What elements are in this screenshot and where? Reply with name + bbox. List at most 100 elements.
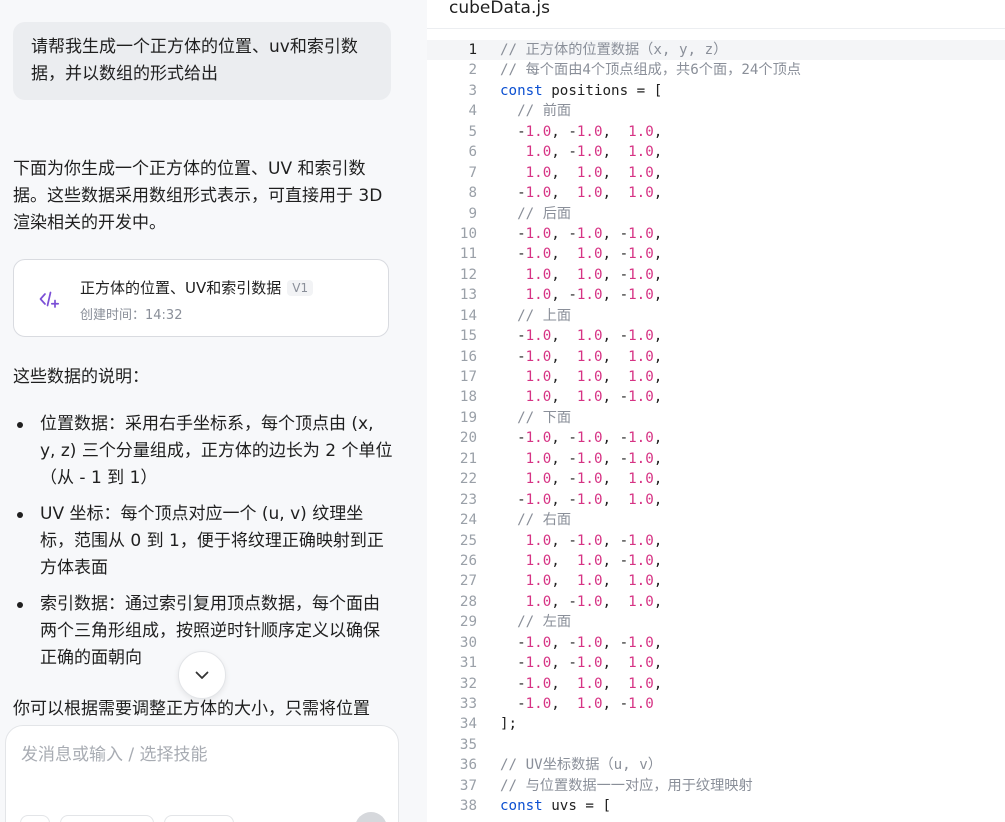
code-token: , [551, 696, 577, 712]
send-button[interactable] [355, 812, 387, 822]
code-line: 22 1.0, -1.0, 1.0, [427, 469, 1005, 489]
code-token: 1.0 [576, 634, 603, 651]
code-token: , - [551, 655, 577, 672]
code-token: , [551, 369, 577, 385]
code-token: 1.0 [525, 491, 552, 508]
code-token: 1.0 [525, 552, 552, 569]
chat-panel: 请帮我生成一个正方体的位置、uv和索引数据，并以数组的形式给出 下面为你生成一个… [0, 0, 427, 822]
artifact-card[interactable]: 正方体的位置、UV和索引数据 V1 创建时间：14:32 [13, 259, 389, 337]
code-token: 1.0 [525, 655, 552, 672]
code-token: uvs = [ [542, 798, 612, 815]
code-token: 1.0 [576, 287, 603, 304]
code-token: - [500, 675, 526, 692]
code-token: 1.0 [525, 328, 552, 345]
line-number: 34 [459, 716, 477, 733]
line-code: const uvs = [ [500, 796, 611, 816]
list-item: UV 坐标：每个顶点对应一个 (u, v) 纹理坐标，范围从 0 到 1，便于将… [13, 501, 393, 582]
code-token: 1.0 [525, 696, 552, 712]
code-token: - [500, 225, 526, 242]
code-token: 1.0 [525, 348, 552, 365]
code-token: , - [602, 246, 629, 263]
code-line: 19 // 下面 [427, 408, 1005, 428]
code-token: - [500, 328, 526, 345]
code-token: 1.0 [628, 225, 654, 242]
code-token: , [602, 573, 629, 590]
line-code: // UV坐标数据（u, v） [500, 755, 662, 775]
line-number: 23 [459, 491, 477, 508]
line-code: 1.0, -1.0, -1.0, [500, 531, 663, 551]
message-input[interactable] [19, 738, 383, 792]
tool-chip-1[interactable] [60, 815, 154, 822]
code-token: // 每个面由4个顶点组成，共6个面，24个顶点 [500, 62, 801, 79]
code-token: , - [551, 593, 577, 610]
code-token: , - [602, 696, 629, 712]
code-token: positions = [ [542, 82, 663, 99]
line-code: -1.0, -1.0, -1.0, [500, 633, 662, 653]
line-code: 1.0, -1.0, -1.0, [500, 449, 663, 469]
code-editor[interactable]: 1 // 正方体的位置数据（x, y, z） 2 // 每个面由4个顶点组成，共6个面… [427, 40, 1005, 817]
code-token: , [653, 552, 663, 569]
line-code: // 每个面由4个顶点组成，共6个面，24个顶点 [500, 60, 801, 80]
code-line: 10 -1.0, -1.0, -1.0, [427, 224, 1005, 244]
code-token: 1.0 [628, 266, 654, 283]
file-tab-bar: cubeData.js [427, 0, 1005, 29]
code-token: 1.0 [628, 450, 654, 467]
line-code: 1.0, -1.0, 1.0, [500, 469, 663, 489]
code-token: 1.0 [576, 593, 603, 610]
code-line: 4 // 前面 [427, 101, 1005, 121]
assistant-reply-intro: 下面为你生成一个正方体的位置、UV 和索引数据。这些数据采用数组形式表示，可直接… [13, 159, 383, 233]
code-line: 35 [427, 735, 1005, 755]
code-token: 1.0 [525, 123, 552, 140]
line-code: 1.0, 1.0, 1.0, [500, 367, 663, 387]
code-token: , [602, 593, 629, 610]
code-token: 1.0 [576, 246, 603, 263]
code-token: , [653, 185, 663, 202]
code-token: - [500, 430, 526, 447]
code-token: - [500, 655, 526, 672]
code-token: , [602, 655, 629, 672]
code-line: 34]; [427, 714, 1005, 734]
code-token: 1.0 [628, 144, 654, 161]
code-line: 15 -1.0, 1.0, -1.0, [427, 326, 1005, 346]
code-token: 1.0 [576, 348, 603, 365]
file-name[interactable]: cubeData.js [449, 0, 550, 18]
code-token: 1.0 [628, 164, 654, 181]
code-line: 9 // 后面 [427, 204, 1005, 224]
line-number: 19 [459, 409, 477, 426]
line-number: 18 [459, 389, 477, 406]
line-code: -1.0, -1.0, -1.0, [500, 224, 662, 244]
line-code: -1.0, -1.0, 1.0, [500, 653, 662, 673]
code-token: 1.0 [525, 246, 552, 263]
code-token: , [551, 266, 577, 283]
code-line: 31 -1.0, -1.0, 1.0, [427, 653, 1005, 673]
line-code: -1.0, -1.0, 1.0, [500, 490, 662, 510]
code-token: , - [602, 450, 629, 467]
tool-chip-2[interactable] [164, 815, 234, 822]
line-number: 31 [459, 655, 477, 672]
code-token: 1.0 [576, 266, 603, 283]
code-token: , - [602, 328, 629, 345]
line-code: // 正方体的位置数据（x, y, z） [500, 40, 727, 60]
code-token: 1.0 [525, 144, 552, 161]
code-token: 1.0 [525, 185, 552, 202]
line-code: -1.0, 1.0, -1.0, [500, 326, 662, 346]
attach-button[interactable] [20, 815, 50, 822]
code-token: - [500, 246, 526, 263]
code-line: 20 -1.0, -1.0, -1.0, [427, 428, 1005, 448]
code-line: 33 -1.0, 1.0, -1.0 [427, 694, 1005, 714]
scroll-to-bottom-button[interactable] [178, 651, 226, 699]
code-token: 1.0 [628, 328, 654, 345]
code-token: // 右面 [500, 512, 572, 529]
line-code: // 前面 [500, 101, 571, 121]
version-badge: V1 [287, 280, 314, 296]
line-code: 1.0, -1.0, 1.0, [500, 142, 663, 162]
code-token: const [500, 82, 543, 99]
code-token: , [653, 123, 663, 140]
line-code: -1.0, -1.0, 1.0, [500, 122, 662, 142]
code-token: 1.0 [628, 389, 654, 406]
code-token: - [500, 634, 526, 651]
code-token: 1.0 [576, 328, 603, 345]
